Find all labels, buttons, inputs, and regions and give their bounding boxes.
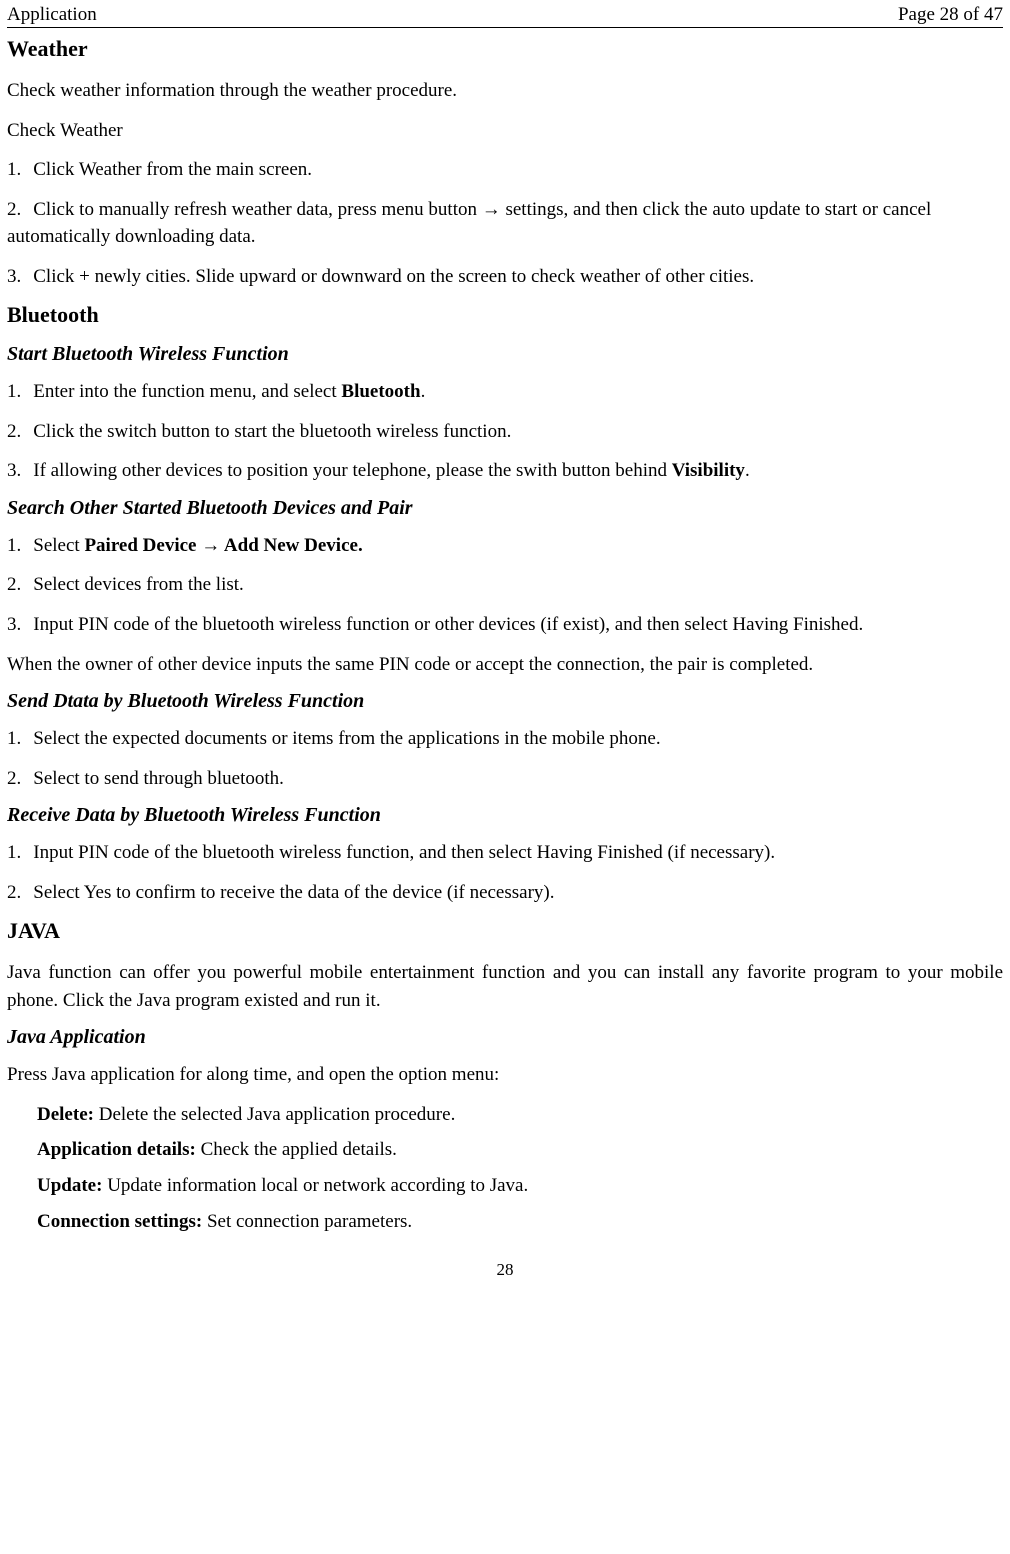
sub-heading-bt-send: Send Dtata by Bluetooth Wireless Functio… <box>7 690 1003 713</box>
list-text: Select Yes to confirm to receive the dat… <box>33 882 554 903</box>
list-number: 1. <box>7 159 21 180</box>
page-footer: 28 <box>7 1260 1003 1290</box>
list-text: . <box>421 381 426 402</box>
bt-start-step-2: 2. Click the switch button to start the b… <box>7 418 1003 446</box>
list-text: Select devices from the list. <box>33 574 244 595</box>
java-option-connection: Connection settings: Set connection para… <box>37 1208 1003 1236</box>
bold-term: Visibility <box>672 460 745 481</box>
option-label: Connection settings: <box>37 1211 207 1232</box>
option-desc: Check the applied details. <box>201 1139 397 1160</box>
bold-term: Paired Device → Add New Device. <box>84 535 362 556</box>
list-text: Click + newly cities. Slide upward or do… <box>33 266 754 287</box>
list-number: 2. <box>7 199 21 220</box>
bt-recv-step-2: 2. Select Yes to confirm to receive the d… <box>7 879 1003 907</box>
list-number: 2. <box>7 882 21 903</box>
option-desc: Set connection parameters. <box>207 1211 412 1232</box>
bt-search-step-3: 3. Input PIN code of the bluetooth wirele… <box>7 611 1003 639</box>
option-desc: Update information local or network acco… <box>107 1175 528 1196</box>
java-option-update: Update: Update information local or netw… <box>37 1172 1003 1200</box>
list-text: Select the expected documents or items f… <box>33 728 660 749</box>
list-text: Enter into the function menu, and select <box>33 381 341 402</box>
java-option-delete: Delete: Delete the selected Java applica… <box>37 1101 1003 1129</box>
section-heading-java: JAVA <box>7 918 1003 944</box>
weather-step-1: 1. Click Weather from the main screen. <box>7 156 1003 184</box>
sub-heading-java-app: Java Application <box>7 1026 1003 1049</box>
bt-search-step-1: 1. Select Paired Device → Add New Device. <box>7 532 1003 560</box>
list-text: Input PIN code of the bluetooth wireless… <box>33 614 863 635</box>
page-content: Weather Check weather information throug… <box>7 36 1003 1235</box>
java-intro: Java function can offer you powerful mob… <box>7 959 1003 1014</box>
weather-subtitle: Check Weather <box>7 117 1003 145</box>
list-text: . <box>745 460 750 481</box>
bt-recv-step-1: 1. Input PIN code of the bluetooth wirele… <box>7 839 1003 867</box>
bt-send-step-2: 2. Select to send through bluetooth. <box>7 765 1003 793</box>
list-number: 1. <box>7 842 21 863</box>
option-label: Application details: <box>37 1139 201 1160</box>
bt-send-step-1: 1. Select the expected documents or items… <box>7 725 1003 753</box>
weather-step-2: 2.Click to manually refresh weather data… <box>7 196 1003 251</box>
list-number: 3. <box>7 614 21 635</box>
bt-start-step-3: 3. If allowing other devices to position … <box>7 457 1003 485</box>
header-page-info: Page 28 of 47 <box>898 4 1003 26</box>
sub-heading-bt-receive: Receive Data by Bluetooth Wireless Funct… <box>7 804 1003 827</box>
option-desc: Delete the selected Java application pro… <box>99 1104 456 1125</box>
java-option-details: Application details: Check the applied d… <box>37 1136 1003 1164</box>
list-number: 2. <box>7 768 21 789</box>
list-text: If allowing other devices to position yo… <box>33 460 671 481</box>
list-text: Input PIN code of the bluetooth wireless… <box>33 842 775 863</box>
bold-term: Bluetooth <box>341 381 420 402</box>
section-heading-weather: Weather <box>7 36 1003 62</box>
list-number: 2. <box>7 421 21 442</box>
sub-heading-bt-search: Search Other Started Bluetooth Devices a… <box>7 497 1003 520</box>
bt-start-step-1: 1. Enter into the function menu, and sele… <box>7 378 1003 406</box>
list-number: 1. <box>7 728 21 749</box>
weather-step-3: 3. Click + newly cities. Slide upward or … <box>7 263 1003 291</box>
option-label: Update: <box>37 1175 107 1196</box>
list-number: 2. <box>7 574 21 595</box>
list-text: Click the switch button to start the blu… <box>33 421 511 442</box>
list-text: Click to manually refresh weather data, … <box>7 199 931 248</box>
java-app-intro: Press Java application for along time, a… <box>7 1061 1003 1089</box>
section-heading-bluetooth: Bluetooth <box>7 302 1003 328</box>
option-label: Delete: <box>37 1104 99 1125</box>
list-text: Click Weather from the main screen. <box>33 159 312 180</box>
list-text: Select <box>33 535 84 556</box>
header-title: Application <box>7 4 97 26</box>
sub-heading-bt-start: Start Bluetooth Wireless Function <box>7 343 1003 366</box>
list-number: 3. <box>7 266 21 287</box>
bt-search-step-2: 2. Select devices from the list. <box>7 571 1003 599</box>
page-number: 28 <box>497 1260 514 1279</box>
list-number: 1. <box>7 535 21 556</box>
list-number: 3. <box>7 460 21 481</box>
list-text: Select to send through bluetooth. <box>33 768 284 789</box>
weather-intro: Check weather information through the we… <box>7 77 1003 105</box>
list-number: 1. <box>7 381 21 402</box>
bt-search-note: When the owner of other device inputs th… <box>7 651 1003 679</box>
page-header: Application Page 28 of 47 <box>7 0 1003 28</box>
